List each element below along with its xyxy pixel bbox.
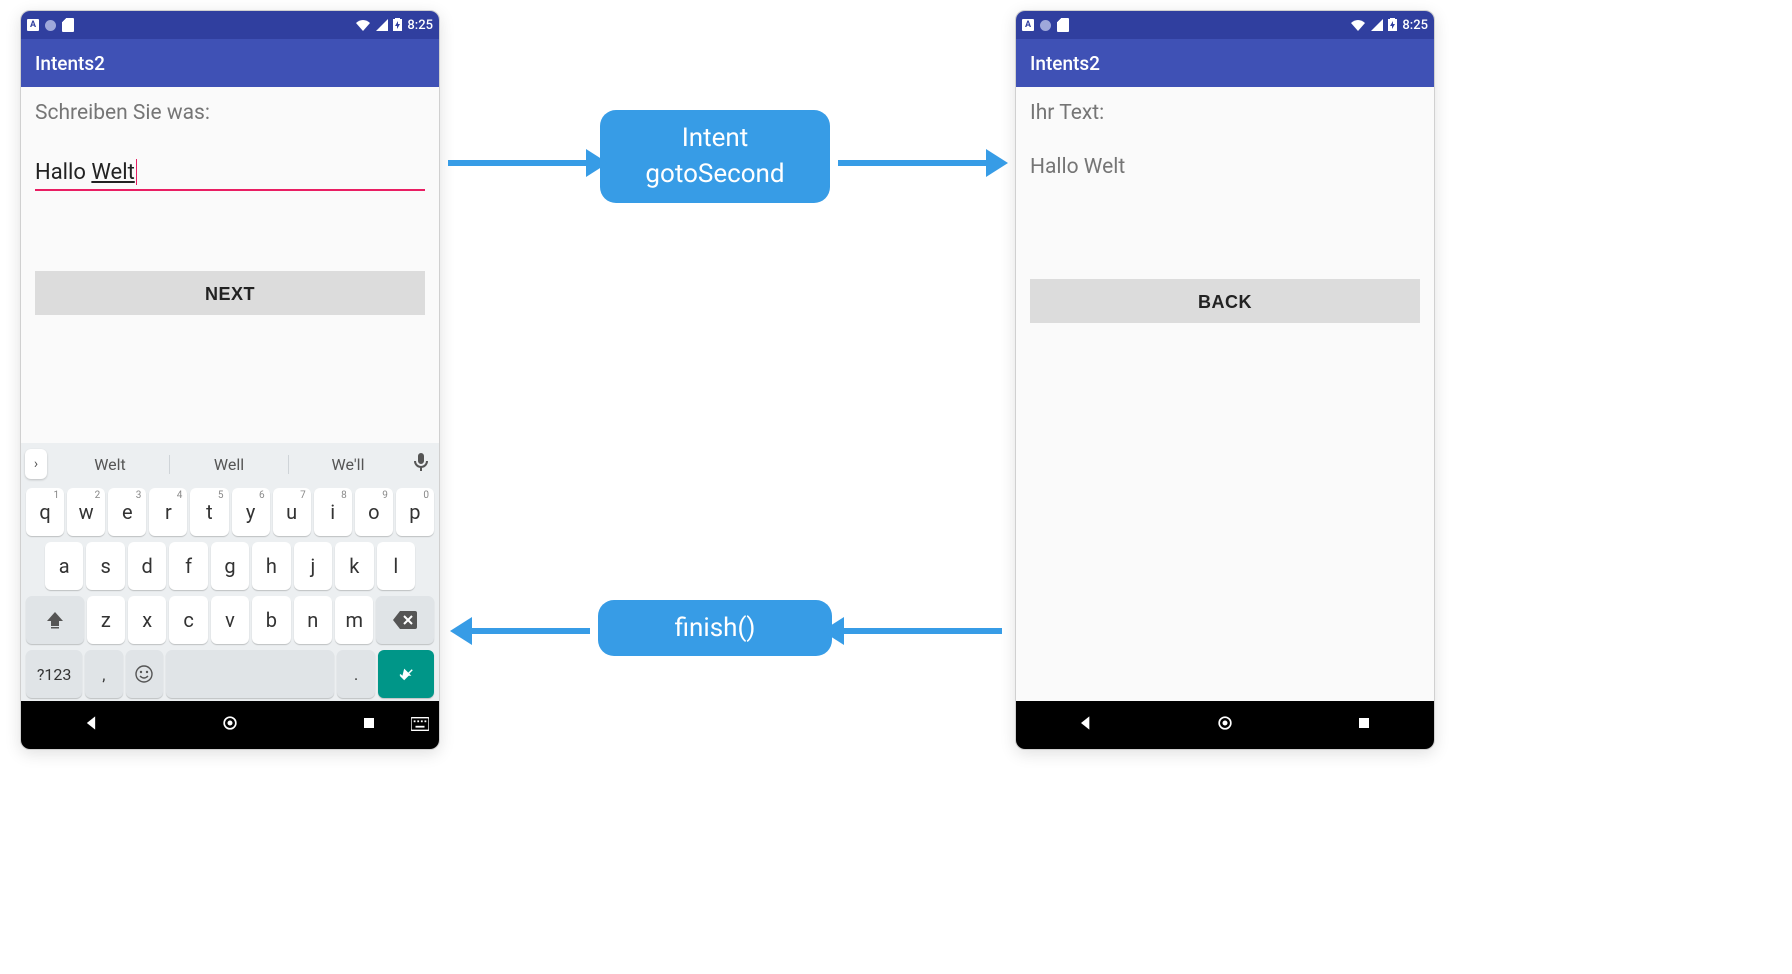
nav-home-icon[interactable] bbox=[220, 713, 240, 737]
battery-icon bbox=[1388, 18, 1397, 32]
key-f[interactable]: f bbox=[169, 542, 207, 590]
key-k[interactable]: k bbox=[335, 542, 373, 590]
key-e[interactable]: e3 bbox=[108, 488, 146, 536]
nav-recents-icon[interactable] bbox=[1354, 713, 1374, 737]
key-n[interactable]: n bbox=[294, 596, 332, 644]
signal-icon bbox=[1371, 19, 1383, 31]
suggestion-3[interactable]: We'll bbox=[289, 455, 407, 474]
key-j[interactable]: j bbox=[294, 542, 332, 590]
key-h[interactable]: h bbox=[252, 542, 290, 590]
status-icon-a: A bbox=[1022, 19, 1034, 31]
app-bar: Intents2 bbox=[1016, 39, 1434, 87]
key-t[interactable]: t5 bbox=[190, 488, 228, 536]
comma-key[interactable]: , bbox=[85, 650, 122, 698]
status-bar: A 8:25 bbox=[21, 11, 439, 39]
prompt-label: Schreiben Sie was: bbox=[35, 101, 425, 125]
suggestion-1[interactable]: Welt bbox=[51, 455, 169, 474]
battery-icon bbox=[393, 18, 402, 32]
status-sd-icon bbox=[1057, 18, 1069, 32]
flow-label-finish: finish() bbox=[598, 600, 832, 656]
status-icon-a: A bbox=[27, 19, 39, 31]
period-key[interactable]: . bbox=[337, 650, 374, 698]
wifi-icon bbox=[1350, 19, 1366, 31]
app-bar: Intents2 bbox=[21, 39, 439, 87]
key-m[interactable]: m bbox=[335, 596, 373, 644]
nav-home-icon[interactable] bbox=[1215, 713, 1235, 737]
key-b[interactable]: b bbox=[252, 596, 290, 644]
screen-content: Schreiben Sie was: Hallo Welt NEXT bbox=[21, 87, 439, 443]
back-button[interactable]: BACK bbox=[1030, 279, 1420, 323]
key-w[interactable]: w2 bbox=[67, 488, 105, 536]
nav-recents-icon[interactable] bbox=[359, 713, 379, 737]
mic-icon[interactable] bbox=[407, 453, 435, 475]
arrow-intent-in bbox=[448, 160, 588, 166]
shift-key[interactable] bbox=[26, 596, 84, 644]
arrow-intent-out bbox=[838, 160, 988, 166]
key-c[interactable]: c bbox=[169, 596, 207, 644]
key-u[interactable]: u7 bbox=[273, 488, 311, 536]
key-x[interactable]: x bbox=[128, 596, 166, 644]
symbols-key[interactable]: ?123 bbox=[26, 650, 82, 698]
received-text: Hallo Welt bbox=[1030, 155, 1420, 179]
screen-content: Ihr Text: Hallo Welt BACK bbox=[1016, 87, 1434, 408]
nav-back-icon[interactable] bbox=[1076, 713, 1096, 737]
nav-back-icon[interactable] bbox=[81, 713, 101, 737]
key-v[interactable]: v bbox=[211, 596, 249, 644]
key-g[interactable]: g bbox=[211, 542, 249, 590]
status-bar: A 8:25 bbox=[1016, 11, 1434, 39]
text-input[interactable]: Hallo Welt bbox=[35, 155, 425, 191]
key-l[interactable]: l bbox=[377, 542, 415, 590]
app-title: Intents2 bbox=[35, 52, 105, 75]
android-navbar bbox=[1016, 701, 1434, 749]
arrow-finish-in bbox=[842, 628, 1002, 634]
enter-key[interactable] bbox=[378, 650, 434, 698]
key-q[interactable]: q1 bbox=[26, 488, 64, 536]
arrow-finish-out bbox=[470, 628, 590, 634]
next-button[interactable]: NEXT bbox=[35, 271, 425, 315]
status-dot-icon bbox=[45, 20, 56, 31]
app-title: Intents2 bbox=[1030, 52, 1100, 75]
key-i[interactable]: i8 bbox=[314, 488, 352, 536]
key-a[interactable]: a bbox=[45, 542, 83, 590]
key-p[interactable]: p0 bbox=[396, 488, 434, 536]
key-o[interactable]: o9 bbox=[355, 488, 393, 536]
text-cursor bbox=[136, 159, 138, 185]
key-d[interactable]: d bbox=[128, 542, 166, 590]
key-r[interactable]: r4 bbox=[149, 488, 187, 536]
phone-screen-second: A 8:25 Intents2 Ihr Text: Hallo Welt BAC… bbox=[1015, 10, 1435, 750]
flow-label-intent: IntentgotoSecond bbox=[600, 110, 830, 203]
suggestion-bar: › Welt Well We'll bbox=[21, 443, 439, 485]
signal-icon bbox=[376, 19, 388, 31]
status-sd-icon bbox=[62, 18, 74, 32]
your-text-label: Ihr Text: bbox=[1030, 101, 1420, 125]
soft-keyboard: › Welt Well We'll q1w2e3r4t5y6u7i8o9p0 a… bbox=[21, 443, 439, 701]
status-time: 8:25 bbox=[407, 18, 433, 33]
key-z[interactable]: z bbox=[87, 596, 125, 644]
wifi-icon bbox=[355, 19, 371, 31]
status-dot-icon bbox=[1040, 20, 1051, 31]
space-key[interactable] bbox=[166, 650, 334, 698]
backspace-key[interactable] bbox=[376, 596, 434, 644]
suggestion-expand-icon[interactable]: › bbox=[25, 449, 47, 479]
nav-keyboard-icon[interactable] bbox=[411, 716, 429, 735]
key-s[interactable]: s bbox=[86, 542, 124, 590]
android-navbar bbox=[21, 701, 439, 749]
emoji-key[interactable] bbox=[126, 650, 163, 698]
suggestion-2[interactable]: Well bbox=[169, 455, 289, 474]
phone-screen-first: A 8:25 Intents2 Schreiben Sie was: Hallo… bbox=[20, 10, 440, 750]
key-y[interactable]: y6 bbox=[232, 488, 270, 536]
status-time: 8:25 bbox=[1402, 18, 1428, 33]
